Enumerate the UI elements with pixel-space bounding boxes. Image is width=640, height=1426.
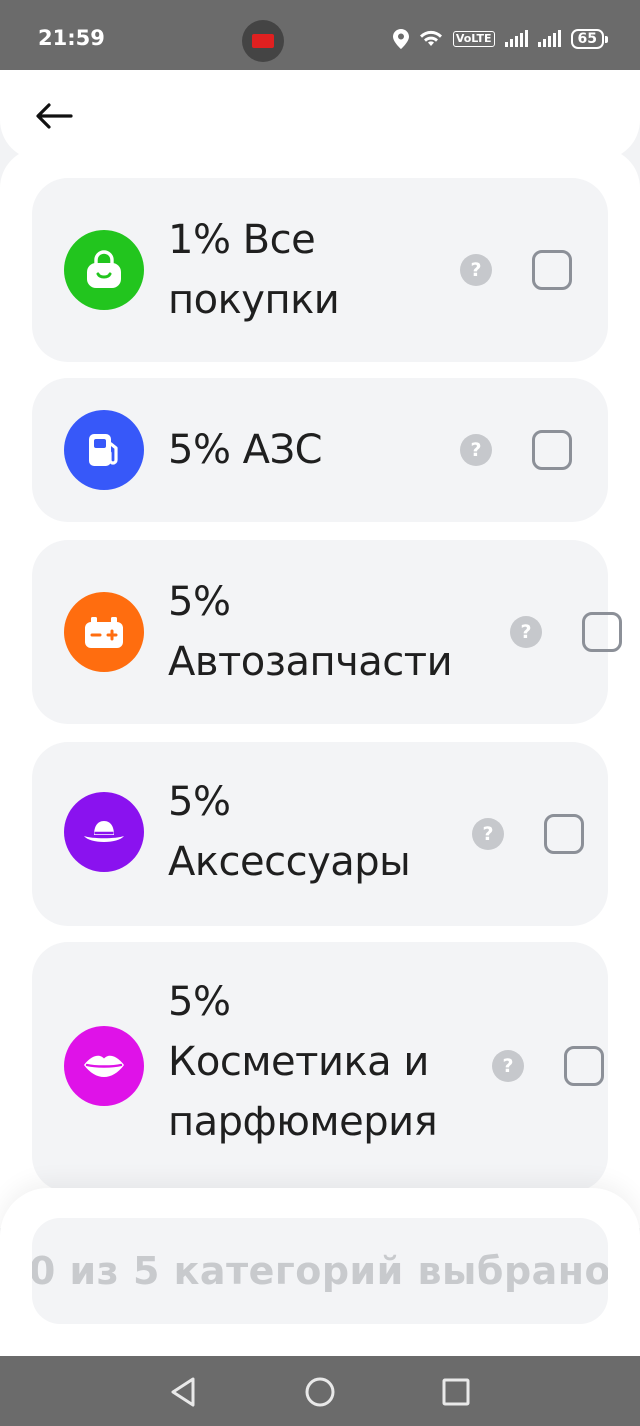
category-card-gas-stations[interactable]: 5% АЗС ? (32, 378, 608, 522)
help-icon[interactable]: ? (510, 616, 542, 648)
shopping-bag-icon (87, 250, 121, 288)
category-checkbox[interactable] (564, 1046, 604, 1086)
system-nav-bar (0, 1356, 640, 1426)
car-battery-icon (85, 617, 123, 648)
status-time: 21:59 (38, 26, 105, 50)
category-label: 5% АЗС (168, 427, 323, 473)
help-icon[interactable]: ? (460, 254, 492, 286)
category-card-accessories[interactable]: 5% Аксессуары ? (32, 742, 608, 926)
category-card-auto-parts[interactable]: 5% Автозапчасти ? (32, 540, 622, 724)
category-checkbox[interactable] (582, 612, 622, 652)
signal-icon (504, 30, 528, 47)
help-icon[interactable]: ? (460, 434, 492, 466)
fuel-pump-icon (89, 434, 118, 466)
category-label: 5% Автозапчасти (168, 579, 453, 685)
square-recents-icon (442, 1378, 470, 1406)
category-icon-circle (64, 230, 144, 310)
category-label: 5% Аксессуары (168, 779, 411, 885)
category-label: 5% Косметика и парфюмерия (168, 979, 438, 1145)
category-checkbox[interactable] (532, 250, 572, 290)
category-icon-circle (64, 792, 144, 872)
nav-recents-button[interactable] (438, 1374, 474, 1410)
battery-indicator: 65 (570, 29, 609, 49)
nav-home-button[interactable] (302, 1374, 338, 1410)
volte-indicator: VoLTE (452, 31, 495, 47)
category-card-cosmetics[interactable]: 5% Косметика и парфюмерия ? (32, 942, 608, 1192)
notification-app-icon (242, 20, 284, 62)
wifi-icon (419, 30, 442, 46)
help-icon[interactable]: ? (492, 1050, 524, 1082)
category-label: 1% Все покупки (168, 217, 340, 323)
selected-count-label: 0 из 5 категорий выбрано (32, 1249, 608, 1293)
nav-back-button[interactable] (166, 1374, 202, 1410)
category-icon-circle (64, 592, 144, 672)
category-icon-circle (64, 1026, 144, 1106)
arrow-left-icon (36, 103, 73, 129)
category-icon-circle (64, 410, 144, 490)
triangle-back-icon (171, 1377, 195, 1407)
back-button[interactable] (32, 96, 76, 136)
signal-icon (537, 30, 561, 47)
help-icon[interactable]: ? (472, 818, 504, 850)
hat-icon (84, 821, 124, 842)
circle-home-icon (305, 1377, 335, 1407)
category-checkbox[interactable] (532, 430, 572, 470)
category-checkbox[interactable] (544, 814, 584, 854)
category-card-all-purchases[interactable]: 1% Все покупки ? (32, 178, 608, 362)
location-icon (392, 29, 409, 49)
status-bar: 21:59 VoLTE 65 (0, 0, 640, 70)
status-icons: VoLTE 65 (392, 27, 609, 51)
selected-count-button[interactable]: 0 из 5 категорий выбрано (32, 1218, 608, 1324)
lips-icon (84, 1055, 124, 1077)
header (0, 70, 640, 160)
